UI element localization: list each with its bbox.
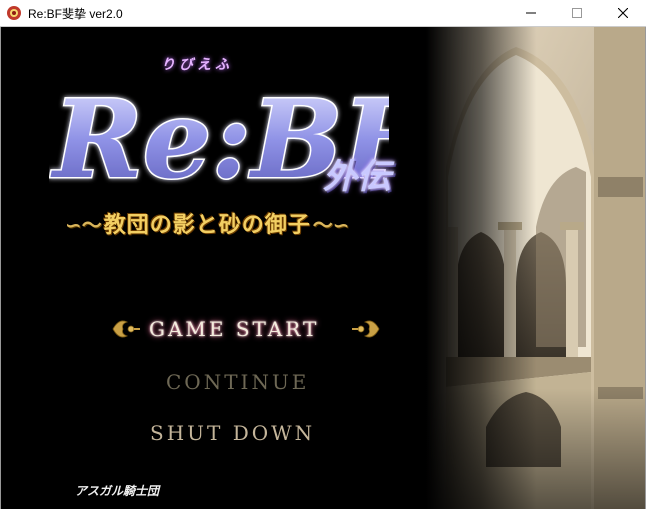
- developer-credit: アスガル騎士団: [75, 484, 160, 498]
- maximize-icon: [572, 8, 582, 18]
- window-titlebar[interactable]: Re:BF斐挚 ver2.0: [0, 0, 646, 27]
- minimize-icon: [526, 12, 536, 14]
- cathedral-arches-artwork: [426, 27, 645, 509]
- menu-continue[interactable]: CONTINUE: [166, 370, 309, 394]
- menu-left-ornament-icon: [112, 320, 140, 338]
- subtitle-left-flourish: ∽〜: [65, 212, 102, 237]
- menu-game-start[interactable]: GAME START: [149, 317, 319, 341]
- logo-subtitle: ∽〜 教団の影と砂の御子 〜∽: [65, 205, 350, 241]
- game-canvas[interactable]: Re:BF りびえふ 外伝 ∽〜 教団の影と砂の御子 〜∽ GAME START…: [0, 27, 646, 509]
- subtitle-right-flourish: 〜∽: [312, 212, 350, 237]
- game-app-icon: [7, 6, 21, 20]
- maximize-button[interactable]: [554, 0, 600, 27]
- close-icon: [618, 8, 628, 18]
- close-button[interactable]: [600, 0, 646, 27]
- minimize-button[interactable]: [508, 0, 554, 27]
- subtitle-text: 教団の影と砂の御子: [103, 212, 311, 238]
- logo-gaiden-text: 外伝: [323, 157, 391, 197]
- menu-right-ornament-icon: [352, 320, 380, 338]
- menu-shut-down[interactable]: SHUT DOWN: [150, 421, 315, 445]
- window-title: Re:BF斐挚 ver2.0: [28, 7, 123, 21]
- logo-ruby-reading: りびえふ: [161, 57, 233, 73]
